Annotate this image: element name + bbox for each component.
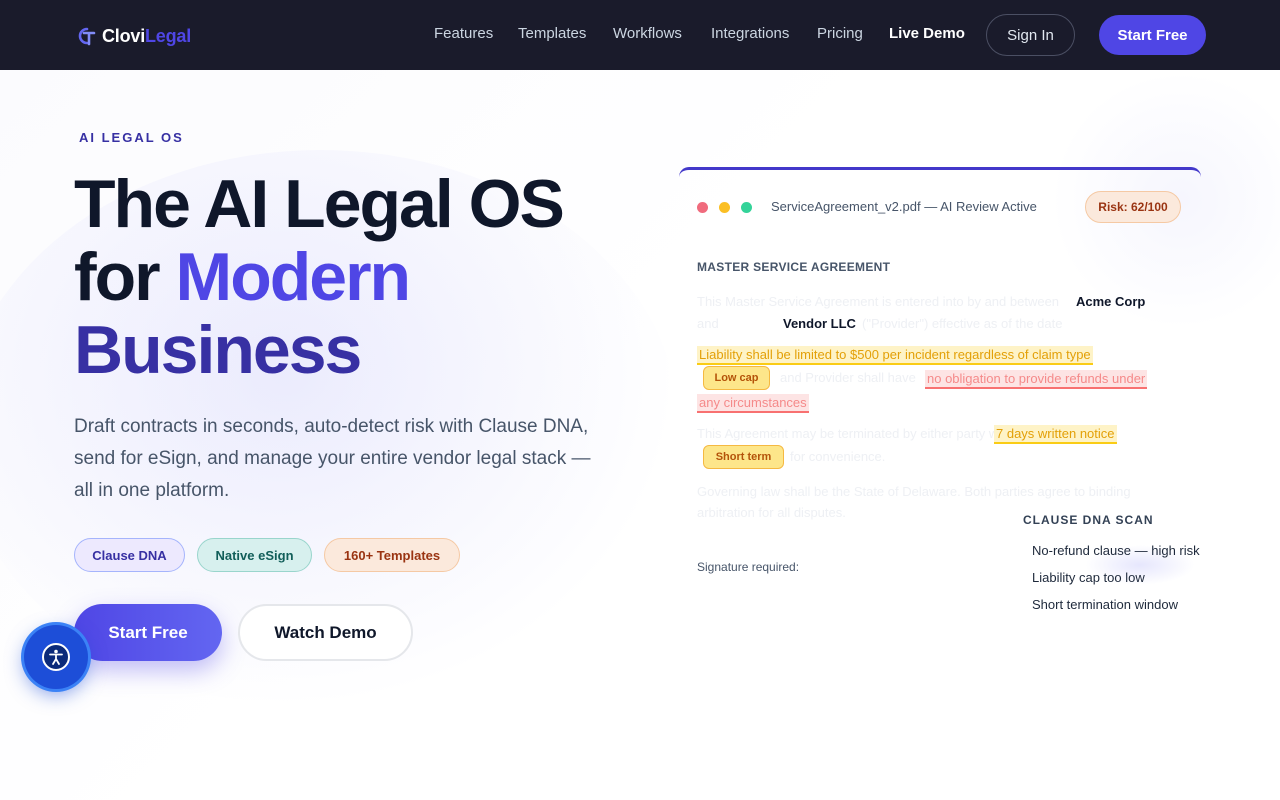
clause-dna-item: Liability cap too low (1032, 570, 1145, 585)
clause-refund-highlight-cont[interactable]: any circumstances (697, 394, 809, 413)
clause-liability-highlight[interactable]: Liability shall be limited to $500 per i… (697, 346, 1093, 365)
risk-score-badge: Risk: 62/100 (1085, 191, 1181, 223)
sign-in-button[interactable]: Sign In (986, 14, 1075, 56)
short-term-tag[interactable]: Short term (703, 445, 784, 469)
clause-dna-title: CLAUSE DNA SCAN (1023, 513, 1154, 527)
doc-text-faint: and Provider shall have (780, 370, 916, 385)
doc-text-faint: This Master Service Agreement is entered… (697, 294, 1060, 309)
hero-subtext: Draft contracts in seconds, auto-detect … (74, 416, 591, 501)
nav-link-pricing[interactable]: Pricing (817, 25, 863, 42)
clause-notice-highlight[interactable]: 7 days written notice (994, 425, 1117, 444)
document-file-title: ServiceAgreement_v2.pdf — AI Review Acti… (771, 199, 1037, 214)
clause-refund-highlight[interactable]: no obligation to provide refunds under (925, 370, 1148, 389)
doc-text-faint: ("Provider") effective as of the date (862, 316, 1063, 331)
feature-pill-clause-dna: Clause DNA (74, 538, 185, 572)
brand-name: CloviLegal (102, 25, 192, 46)
hero-start-free-button[interactable]: Start Free (74, 604, 222, 661)
doc-text-faint: for convenience. (790, 449, 886, 464)
window-dot-red (697, 202, 708, 213)
nav-link-live-demo[interactable]: Live Demo (889, 25, 965, 42)
doc-text-faint: This Agreement may be terminated by eith… (697, 426, 1013, 441)
nav-link-features[interactable]: Features (434, 25, 493, 42)
nav-link-workflows[interactable]: Workflows (613, 25, 682, 42)
clause-dna-item: No-refund clause — high risk (1032, 543, 1200, 558)
nav-start-free-button[interactable]: Start Free (1099, 15, 1206, 55)
headline-line-3: Business (74, 312, 362, 388)
signature-label: Signature required: (697, 560, 800, 574)
party-vendor: Vendor LLC (783, 316, 856, 331)
top-navbar: CloviLegal Features Templates Workflows … (0, 0, 1280, 70)
party-acme: Acme Corp (1076, 294, 1146, 309)
hero-eyebrow: AI LEGAL OS (79, 130, 184, 145)
accessibility-icon (42, 643, 70, 671)
headline-line-1: The AI Legal OS (74, 166, 565, 242)
window-dot-green (741, 202, 752, 213)
low-cap-tag[interactable]: Low cap (703, 366, 770, 390)
window-dot-yellow (719, 202, 730, 213)
feature-pill-native-esign: Native eSign (197, 538, 312, 572)
brand-logo[interactable]: CloviLegal (74, 22, 191, 50)
hero-headline: The AI Legal OS for Modern Business (74, 168, 634, 387)
headline-line-2: for Modern (74, 239, 411, 315)
nav-link-templates[interactable]: Templates (518, 25, 586, 42)
nav-link-integrations[interactable]: Integrations (711, 25, 789, 42)
doc-text-faint: arbitration for all disputes. (697, 505, 846, 520)
logo-icon (78, 27, 96, 46)
clause-dna-item: Short termination window (1032, 597, 1178, 612)
doc-text-faint: and (697, 316, 719, 331)
document-heading: MASTER SERVICE AGREEMENT (697, 260, 891, 274)
doc-text-faint: Governing law shall be the State of Dela… (697, 484, 1131, 499)
feature-pill-templates: 160+ Templates (324, 538, 460, 572)
watch-demo-button[interactable]: Watch Demo (238, 604, 413, 661)
accessibility-button[interactable] (24, 625, 88, 689)
